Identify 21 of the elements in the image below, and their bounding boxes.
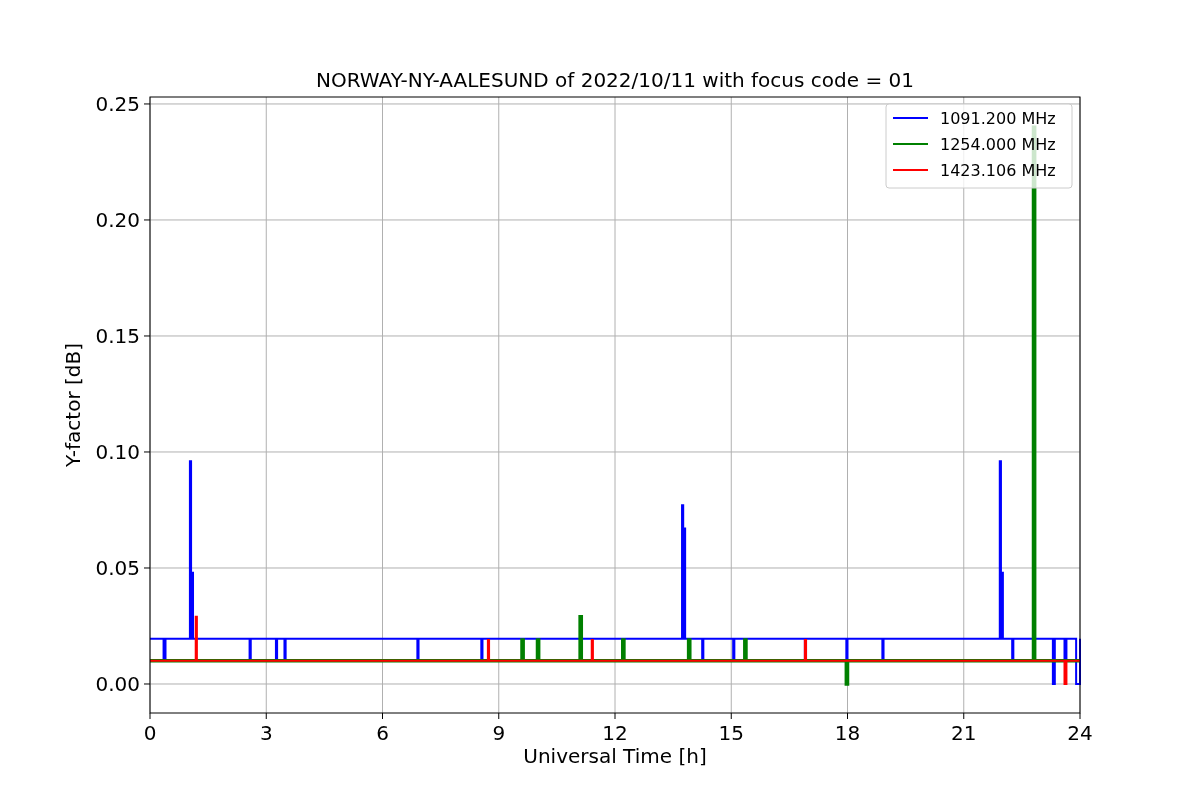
tick-label: 0.15 (95, 324, 140, 348)
tick-label: 24 (1067, 721, 1093, 745)
tick-label: 0 (143, 721, 157, 745)
chart-title: NORWAY-NY-AALESUND of 2022/10/11 with focus code = 01 (316, 68, 914, 92)
tick-label: 0.25 (95, 91, 140, 116)
legend-label: 1254.000 MHz (940, 135, 1056, 154)
y-axis-label: Y-factor [dB] (61, 343, 85, 467)
tick-label: 15 (718, 721, 744, 745)
tick-label: 9 (492, 721, 506, 745)
legend-label: 1423.106 MHz (940, 161, 1056, 180)
tick-label: 6 (376, 721, 389, 745)
tick-label: 0.20 (95, 207, 140, 232)
tick-label: 21 (951, 721, 977, 745)
tick-label: 0.10 (95, 440, 140, 464)
tick-label: 0.00 (95, 672, 140, 696)
tick-label: 12 (602, 721, 628, 745)
legend-label: 1091.200 MHz (940, 109, 1056, 128)
tick-label: 18 (834, 721, 861, 745)
tick-label: 0.05 (95, 556, 140, 580)
tick-label: 3 (259, 721, 273, 745)
x-axis-label: Universal Time [h] (523, 744, 707, 768)
